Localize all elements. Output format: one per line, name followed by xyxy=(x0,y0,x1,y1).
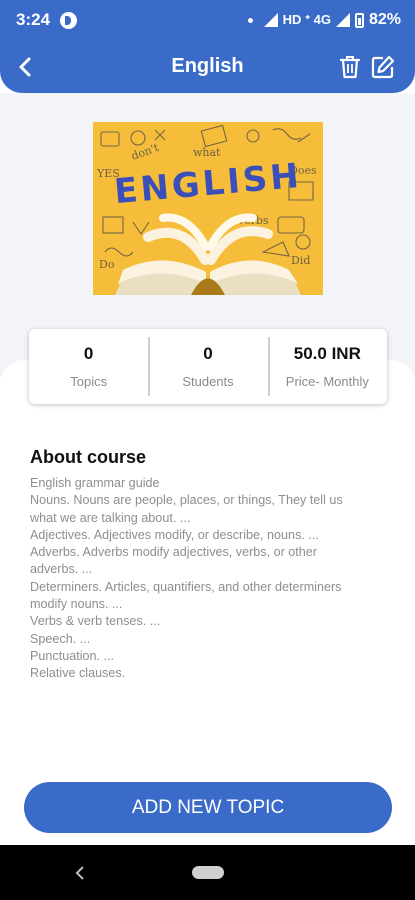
description-line: Nouns. Nouns are people, places, or thin… xyxy=(30,493,343,508)
edit-button[interactable] xyxy=(370,54,396,80)
status-bar: 3:24 HD ᐩ 4G 82% xyxy=(0,0,415,40)
stat-value: 0 xyxy=(203,344,213,363)
system-navigation-bar xyxy=(0,845,415,900)
stat-topics: 0 Topics xyxy=(29,329,148,404)
back-arrow-icon xyxy=(19,57,31,77)
description-line: Relative clauses. xyxy=(30,666,126,681)
stat-price: 50.0 INR Price- Monthly xyxy=(267,329,387,404)
description-line: Determiners. Articles, quantifiers, and … xyxy=(30,579,342,594)
nav-back-icon xyxy=(75,866,84,880)
stat-students: 0 Students xyxy=(148,329,267,404)
page-title: English xyxy=(171,55,244,77)
edit-icon xyxy=(371,55,395,79)
notification-dot-icon xyxy=(247,17,253,23)
trash-icon xyxy=(339,56,361,79)
about-course-heading: About course xyxy=(30,447,147,467)
svg-text:what: what xyxy=(193,146,221,159)
svg-text:Did: Did xyxy=(291,254,310,267)
stat-label: Topics xyxy=(70,374,108,389)
network-type: HD ᐩ 4G xyxy=(282,12,331,27)
description-line: adverbs. ... xyxy=(30,562,93,577)
description-line: what we are talking about. ... xyxy=(30,510,191,525)
description-line: Adverbs. Adverbs modify adjectives, verb… xyxy=(30,545,317,560)
delete-button[interactable] xyxy=(338,54,362,80)
nav-home-button[interactable] xyxy=(192,866,224,879)
description-line: Speech. ... xyxy=(30,631,91,646)
status-indicators: HD ᐩ 4G 82% xyxy=(247,11,401,29)
about-course-description: English grammar guide Nouns. Nouns are p… xyxy=(30,475,380,683)
description-line: Verbs & verb tenses. ... xyxy=(30,614,161,629)
battery-icon xyxy=(354,12,364,28)
description-line: English grammar guide xyxy=(30,476,160,490)
battery-percent: 82% xyxy=(368,11,401,28)
stat-value: 0 xyxy=(83,344,94,363)
cell-signal-icon xyxy=(335,13,350,27)
back-button[interactable] xyxy=(12,52,38,82)
description-line: Adjectives. Adjectives modify, or descri… xyxy=(30,527,319,542)
add-new-topic-button[interactable]: ADD NEW TOPIC xyxy=(24,782,392,833)
course-stats-card: 0 Topics 0 Students 50.0 INR Price- Mont… xyxy=(29,329,387,404)
stat-label: Price- Monthly xyxy=(285,374,369,389)
nav-back-button[interactable] xyxy=(72,863,88,883)
stat-label: Students xyxy=(182,374,234,389)
svg-text:Do: Do xyxy=(99,258,115,271)
status-time: 3:24 xyxy=(16,10,51,29)
description-line: modify nouns. ... xyxy=(30,597,123,612)
app-notification-icon xyxy=(60,11,78,29)
wifi-signal-icon xyxy=(263,13,278,27)
stat-value: 50.0 INR xyxy=(293,344,361,363)
course-cover-image: YES Does Do Did what don't verbs ENGLISH xyxy=(93,122,323,295)
app-bar: English xyxy=(0,40,415,93)
description-line: Punctuation. ... xyxy=(30,648,115,663)
